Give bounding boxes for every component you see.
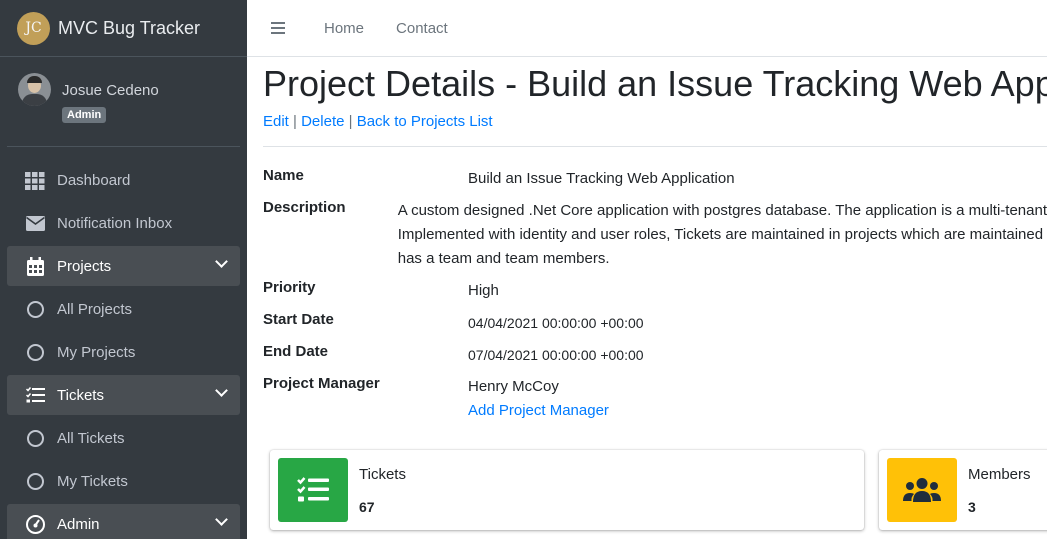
card-label: Tickets <box>359 466 406 483</box>
hamburger-menu-icon[interactable] <box>271 22 285 34</box>
detail-label: Project Manager <box>263 375 380 392</box>
circle-icon <box>25 429 45 449</box>
detail-label: Start Date <box>263 311 334 328</box>
circle-icon <box>25 472 45 492</box>
sidebar-item-notification-inbox[interactable]: Notification Inbox <box>7 202 240 245</box>
user-name[interactable]: Josue Cedeno <box>62 82 159 99</box>
top-navbar: Home Contact <box>247 0 1047 57</box>
sidebar-item-label: All Projects <box>57 301 133 318</box>
detail-row-description: Description A custom designed .Net Core … <box>263 199 1047 279</box>
chevron-down-icon <box>215 255 228 268</box>
add-project-manager-link[interactable]: Add Project Manager <box>468 399 609 423</box>
detail-label: Description <box>263 199 346 216</box>
nav-home-link[interactable]: Home <box>324 20 364 37</box>
description-line: has a team and team members. <box>397 250 610 267</box>
detail-row-start-date: Start Date 04/04/2021 00:00:00 +00:00 <box>263 311 1047 343</box>
detail-label: Priority <box>263 279 316 296</box>
detail-label: Name <box>263 167 304 184</box>
gauge-icon <box>25 514 45 534</box>
sidebar-item-label: My Tickets <box>57 473 128 490</box>
envelope-icon <box>25 214 45 234</box>
avatar[interactable] <box>18 73 51 106</box>
sidebar-item-label: Projects <box>57 257 112 275</box>
detail-value: A custom designed .Net Core application … <box>398 199 1047 279</box>
page-title: Project Details - Build an Issue Trackin… <box>263 63 1047 104</box>
edit-link[interactable]: Edit <box>263 113 289 130</box>
brand-name: MVC Bug Tracker <box>58 17 201 38</box>
calendar-icon <box>25 256 45 276</box>
users-icon <box>887 458 957 522</box>
info-cards: Tickets 67 Members 3 <box>270 450 1047 530</box>
description-line: Implemented with identity and user roles… <box>397 226 1044 243</box>
sidebar-item-dashboard[interactable]: Dashboard <box>7 159 240 202</box>
brand-link[interactable]: JC MVC Bug Tracker <box>0 0 247 57</box>
circle-icon <box>25 300 45 320</box>
sidebar-item-all-projects[interactable]: All Projects <box>7 288 240 331</box>
circle-icon <box>25 343 45 363</box>
sidebar-item-label: Dashboard <box>57 172 131 189</box>
sidebar-item-label: Tickets <box>57 386 104 404</box>
grid-icon <box>25 171 45 191</box>
user-panel: Josue Cedeno Admin <box>7 57 240 147</box>
brand-logo: JC <box>17 11 50 45</box>
chevron-down-icon <box>215 513 228 526</box>
tasks-icon <box>25 385 45 405</box>
card-value: 3 <box>968 499 976 515</box>
nav-contact-link[interactable]: Contact <box>396 20 448 37</box>
sidebar-item-my-projects[interactable]: My Projects <box>7 331 240 374</box>
delete-link[interactable]: Delete <box>301 113 344 130</box>
detail-label: End Date <box>263 343 329 360</box>
detail-value: Build an Issue Tracking Web Application <box>468 170 735 187</box>
sidebar-item-label: All Tickets <box>57 430 125 447</box>
back-to-projects-link[interactable]: Back to Projects List <box>357 113 493 130</box>
sidebar-item-projects[interactable]: Projects <box>7 246 240 286</box>
detail-row-name: Name Build an Issue Tracking Web Applica… <box>263 167 1047 199</box>
detail-value: 07/04/2021 00:00:00 +00:00 <box>468 347 644 363</box>
sidebar-item-tickets[interactable]: Tickets <box>7 375 240 415</box>
sidebar-item-label: Notification Inbox <box>57 215 173 232</box>
tasks-icon <box>278 458 348 522</box>
role-badge: Admin <box>62 107 107 123</box>
description-line: A custom designed .Net Core application … <box>397 202 1047 219</box>
sidebar-nav: Dashboard Notification Inbox Projects Al… <box>0 147 247 539</box>
sidebar-item-admin[interactable]: Admin <box>7 504 240 539</box>
members-info-box[interactable]: Members 3 <box>879 450 1047 530</box>
divider <box>263 146 1047 147</box>
chevron-down-icon <box>215 384 228 397</box>
tickets-info-box[interactable]: Tickets 67 <box>270 450 864 530</box>
detail-row-end-date: End Date 07/04/2021 00:00:00 +00:00 <box>263 343 1047 375</box>
sidebar: JC MVC Bug Tracker Josue Cedeno Admin Da… <box>0 0 247 539</box>
sidebar-item-all-tickets[interactable]: All Tickets <box>7 417 240 460</box>
separator: | <box>288 113 302 130</box>
sidebar-item-label: Admin <box>57 515 100 533</box>
sidebar-item-my-tickets[interactable]: My Tickets <box>7 460 240 503</box>
detail-row-priority: Priority High <box>263 279 1047 311</box>
sidebar-item-label: My Projects <box>57 344 136 361</box>
detail-value: 04/04/2021 00:00:00 +00:00 <box>468 315 644 331</box>
separator: | <box>344 113 357 130</box>
project-manager-name: Henry McCoy <box>468 378 559 395</box>
card-value: 67 <box>359 499 375 515</box>
detail-value: Henry McCoy Add Project Manager <box>468 375 609 425</box>
details-list: Name Build an Issue Tracking Web Applica… <box>263 167 1047 425</box>
card-label: Members <box>968 466 1031 483</box>
detail-row-project-manager: Project Manager Henry McCoy Add Project … <box>263 375 1047 425</box>
detail-value: High <box>468 282 499 299</box>
action-links: Edit | Delete | Back to Projects List <box>263 113 1047 130</box>
